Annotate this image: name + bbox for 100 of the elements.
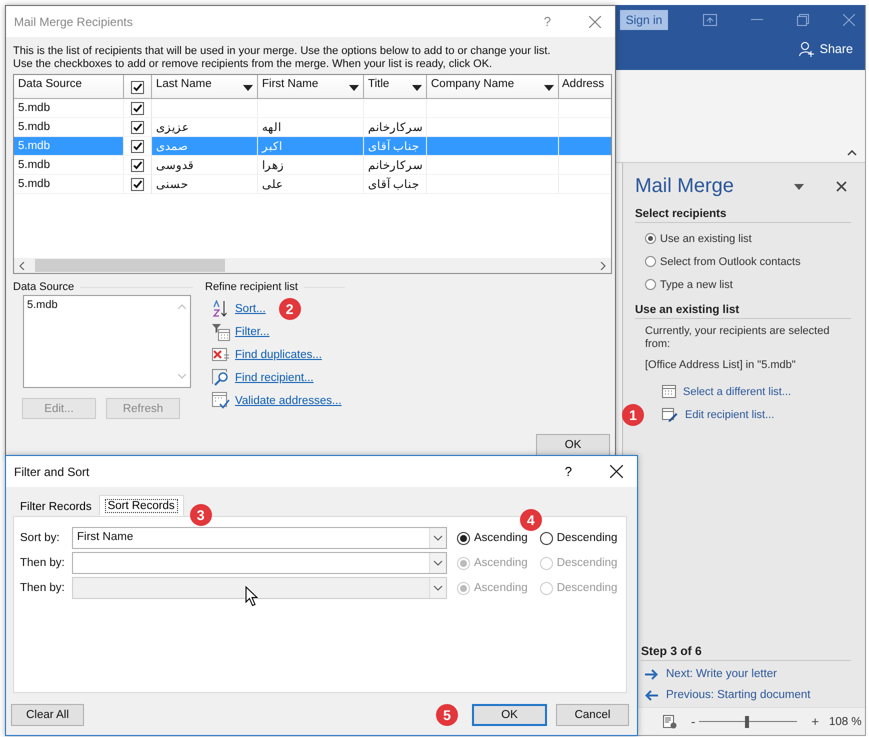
dialog-title: Mail Merge Recipients xyxy=(14,14,134,28)
radio-option[interactable]: Descending xyxy=(540,532,618,544)
filter-arrow-icon[interactable] xyxy=(349,85,359,91)
table-cell: زهرا xyxy=(258,156,364,175)
search-icon xyxy=(212,368,230,386)
field-label: Then by: xyxy=(20,582,66,594)
checkbox[interactable] xyxy=(131,158,144,172)
step-marker: 3 xyxy=(190,504,212,526)
column-header[interactable]: Last Name xyxy=(152,75,258,99)
section-heading: Use an existing list xyxy=(635,304,851,319)
radio-option[interactable]: Use an existing list xyxy=(645,230,851,247)
zoom-out-button[interactable]: - xyxy=(687,714,700,729)
data-source-list[interactable]: 5.mdb xyxy=(23,295,191,388)
checkbox[interactable] xyxy=(131,178,144,190)
checkbox[interactable] xyxy=(131,120,144,134)
radio-option[interactable]: Type a new list xyxy=(645,276,851,293)
group-label: Data Source xyxy=(13,281,74,293)
step-marker: 4 xyxy=(520,508,542,530)
step-marker: 1 xyxy=(622,404,644,426)
table-cell: اکبر xyxy=(258,137,364,156)
close-icon[interactable] xyxy=(836,181,847,192)
refine-link[interactable]: Find recipient... xyxy=(235,372,314,384)
right-arrow-icon xyxy=(645,668,658,680)
refine-link[interactable]: Filter... xyxy=(235,326,270,338)
chevron-down-icon xyxy=(433,535,443,541)
table-cell: حسنی xyxy=(152,175,258,194)
field-label: Then by: xyxy=(20,557,66,569)
sign-in-button[interactable]: Sign in xyxy=(620,10,668,30)
person-icon xyxy=(798,41,815,57)
table-cell: سرکارخانم xyxy=(364,156,427,175)
refine-link[interactable]: Find duplicates... xyxy=(235,348,322,360)
help-button[interactable]: ? xyxy=(564,464,572,479)
checkbox[interactable] xyxy=(131,81,144,94)
sort-field-dropdown[interactable]: First Name xyxy=(72,527,447,549)
cancel-button[interactable]: Cancel xyxy=(556,704,629,726)
filter-arrow-icon[interactable] xyxy=(544,85,554,91)
radio-option[interactable]: Select from Outlook contacts xyxy=(645,253,851,270)
table-icon xyxy=(662,385,676,398)
share-button[interactable]: Share xyxy=(798,41,853,57)
sort-icon xyxy=(212,300,230,318)
refine-link[interactable]: Validate addresses... xyxy=(235,394,342,406)
sort-field-dropdown[interactable] xyxy=(72,552,447,574)
column-header[interactable]: Title xyxy=(364,75,427,99)
next-step-link[interactable]: Next: Write your letter xyxy=(645,668,851,680)
ribbon-display-icon[interactable] xyxy=(703,14,717,26)
validate-icon xyxy=(212,392,230,410)
restore-icon[interactable] xyxy=(797,14,809,26)
duplicates-icon xyxy=(212,346,230,364)
edit-icon xyxy=(662,408,678,422)
table-cell: 5.mdb xyxy=(14,99,124,118)
list-item[interactable]: 5.mdb xyxy=(27,299,58,311)
filter-icon xyxy=(212,322,230,340)
edit-list-link[interactable]: Edit recipient list... xyxy=(662,408,774,422)
pane-title: Mail Merge xyxy=(635,175,735,198)
dropdown-icon[interactable] xyxy=(794,184,804,190)
source-text: [Office Address List] in "5.mdb" xyxy=(645,359,797,372)
table-cell xyxy=(559,137,611,156)
minimize-icon[interactable] xyxy=(751,19,763,21)
step-heading: Step 3 of 6 xyxy=(641,644,851,661)
instruction-text: This is the list of recipients that will be used in your merge. Use the options below to add to or change your list. xyxy=(13,45,552,58)
zoom-in-button[interactable]: + xyxy=(807,714,823,729)
chevron-down-icon xyxy=(433,560,443,566)
checkbox[interactable] xyxy=(131,140,144,152)
table-cell: جناب آقای xyxy=(364,175,427,194)
ok-button[interactable]: OK xyxy=(472,704,547,726)
ok-button[interactable]: OK xyxy=(536,434,610,456)
table-cell: 5.mdb xyxy=(14,175,124,194)
column-header[interactable]: Company Name xyxy=(427,75,559,99)
filter-arrow-icon[interactable] xyxy=(243,85,253,91)
column-header[interactable]: First Name xyxy=(258,75,364,99)
collapse-icon[interactable] xyxy=(847,150,857,156)
table-cell: 5.mdb xyxy=(14,156,124,175)
scrollbar[interactable] xyxy=(14,258,611,273)
zoom-level: 108 % xyxy=(828,716,862,728)
section-heading: Select recipients xyxy=(635,208,851,223)
select-list-link[interactable]: Select a different list... xyxy=(662,385,792,398)
step-marker: 2 xyxy=(278,298,301,320)
refine-link[interactable]: Sort... xyxy=(235,302,266,314)
table-cell: صمدی xyxy=(152,137,258,156)
previous-step-link[interactable]: Previous: Starting document xyxy=(645,689,851,701)
page-icon[interactable] xyxy=(663,714,677,728)
clear-all-button[interactable]: Clear All xyxy=(11,704,84,726)
chevron-down-icon xyxy=(433,585,443,591)
tab[interactable]: Filter Records xyxy=(13,497,99,516)
group-label: Refine recipient list xyxy=(205,281,298,293)
table-cell: قدوسی xyxy=(152,156,258,175)
filter-arrow-icon[interactable] xyxy=(412,85,422,91)
step-marker: 5 xyxy=(436,704,458,726)
table-cell: علی xyxy=(258,175,364,194)
close-icon[interactable] xyxy=(610,465,623,478)
column-header[interactable]: Data Source xyxy=(14,75,124,99)
mouse-cursor-icon xyxy=(245,586,259,607)
table-cell xyxy=(364,99,427,118)
dialog-title: Filter and Sort xyxy=(14,464,90,478)
field-label: Sort by: xyxy=(20,532,61,544)
left-arrow-icon xyxy=(645,690,658,700)
description: Currently, your recipients are selected from: xyxy=(645,325,830,351)
table-cell: 5.mdb xyxy=(14,137,124,156)
table-cell: جناب آقای xyxy=(364,137,427,156)
checkbox[interactable] xyxy=(131,102,144,114)
